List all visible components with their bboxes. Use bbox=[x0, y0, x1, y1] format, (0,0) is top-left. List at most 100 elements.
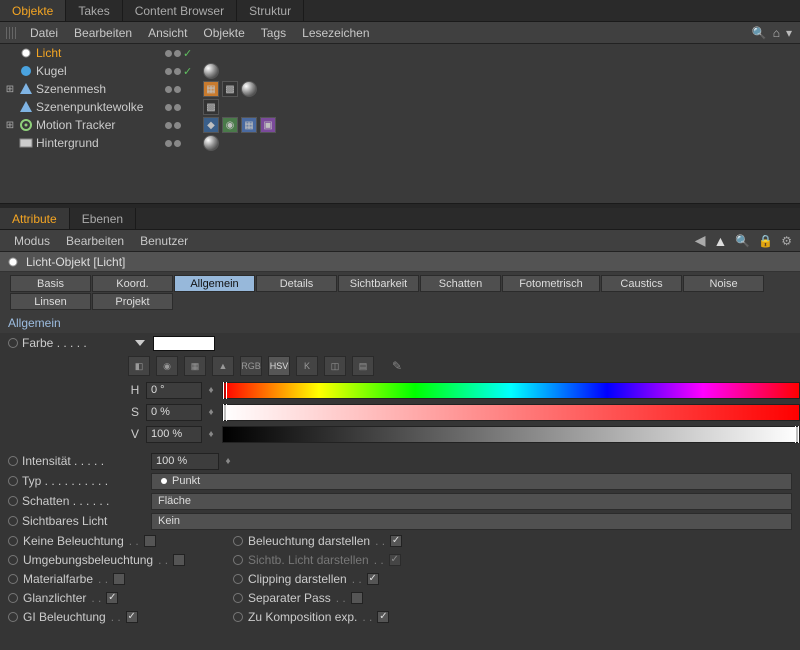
ptab-basis[interactable]: Basis bbox=[10, 275, 91, 292]
spinner-icon[interactable]: ♦ bbox=[206, 407, 216, 418]
search-icon[interactable]: 🔍 bbox=[735, 234, 750, 248]
color-swatches-icon[interactable]: ▤ bbox=[352, 356, 374, 376]
checkbox[interactable]: ✓ bbox=[106, 592, 118, 604]
vis-dot-icon[interactable] bbox=[174, 50, 181, 57]
color-hsv-button[interactable]: HSV bbox=[268, 356, 290, 376]
color-swatch[interactable] bbox=[153, 336, 215, 351]
grip-icon[interactable] bbox=[6, 27, 16, 39]
menu-lesezeichen[interactable]: Lesezeichen bbox=[294, 23, 377, 43]
vis-dot-icon[interactable] bbox=[174, 140, 181, 147]
anim-circle-icon[interactable] bbox=[233, 612, 243, 622]
vis-dot-icon[interactable] bbox=[165, 68, 172, 75]
color-mixer-icon[interactable]: ◫ bbox=[324, 356, 346, 376]
color-wheel-icon[interactable]: ◉ bbox=[156, 356, 178, 376]
tree-item-hintergrund[interactable]: Hintergrund bbox=[36, 136, 99, 150]
color-grid-icon[interactable]: ▦ bbox=[184, 356, 206, 376]
checkbox[interactable]: ✓ bbox=[126, 611, 138, 623]
expander-icon[interactable]: ⊞ bbox=[4, 120, 16, 131]
anim-circle-icon[interactable] bbox=[8, 555, 18, 565]
vis-dot-icon[interactable] bbox=[165, 50, 172, 57]
search-icon[interactable]: 🔍 bbox=[752, 26, 767, 40]
texture-tag-icon[interactable]: ▩ bbox=[203, 99, 219, 115]
phong-tag-icon[interactable] bbox=[241, 81, 257, 97]
slider-sat[interactable] bbox=[222, 404, 800, 421]
menu-bearbeiten[interactable]: Bearbeiten bbox=[58, 231, 132, 251]
slider-val[interactable] bbox=[222, 426, 800, 443]
expander-icon[interactable]: ⊞ bbox=[4, 84, 16, 95]
menu-ansicht[interactable]: Ansicht bbox=[140, 23, 195, 43]
anim-circle-icon[interactable] bbox=[233, 536, 243, 546]
menu-datei[interactable]: Datei bbox=[22, 23, 66, 43]
phong-tag-icon[interactable] bbox=[203, 63, 219, 79]
input-h[interactable]: 0 ° bbox=[146, 382, 202, 399]
color-spectrum-icon[interactable]: ◧ bbox=[128, 356, 150, 376]
menu-objekte[interactable]: Objekte bbox=[195, 23, 252, 43]
vis-dot-icon[interactable] bbox=[165, 122, 172, 129]
vis-dot-icon[interactable] bbox=[165, 104, 172, 111]
ptab-fotometrisch[interactable]: Fotometrisch bbox=[502, 275, 600, 292]
tab-struktur[interactable]: Struktur bbox=[237, 0, 304, 21]
anim-circle-icon[interactable] bbox=[8, 456, 18, 466]
checkbox[interactable] bbox=[113, 573, 125, 585]
vis-dot-icon[interactable] bbox=[165, 86, 172, 93]
ptab-koord[interactable]: Koord. bbox=[92, 275, 173, 292]
ptab-sichtbarkeit[interactable]: Sichtbarkeit bbox=[338, 275, 419, 292]
dropdown-typ[interactable]: Punkt bbox=[151, 473, 792, 490]
compositing-tag-icon[interactable]: ▦ bbox=[203, 81, 219, 97]
tag-icon[interactable]: ▦ bbox=[241, 117, 257, 133]
color-kelvin-button[interactable]: K bbox=[296, 356, 318, 376]
ptab-projekt[interactable]: Projekt bbox=[92, 293, 173, 310]
gear-icon[interactable]: ⚙ bbox=[781, 234, 792, 248]
check-icon[interactable]: ✓ bbox=[183, 65, 192, 78]
anim-circle-icon[interactable] bbox=[8, 536, 18, 546]
anim-circle-icon[interactable] bbox=[233, 555, 243, 565]
tab-takes[interactable]: Takes bbox=[66, 0, 122, 21]
ptab-caustics[interactable]: Caustics bbox=[601, 275, 682, 292]
anim-circle-icon[interactable] bbox=[8, 476, 18, 486]
checkbox[interactable] bbox=[351, 592, 363, 604]
dropdown-schatten[interactable]: Fläche bbox=[151, 493, 792, 510]
tree-item-licht[interactable]: Licht bbox=[36, 46, 61, 60]
object-tree[interactable]: Licht ✓ Kugel ✓ ⊞ Szenenmesh bbox=[0, 44, 800, 204]
ptab-details[interactable]: Details bbox=[256, 275, 337, 292]
input-intensitaet[interactable]: 100 % bbox=[151, 453, 219, 470]
color-rgb-button[interactable]: RGB bbox=[240, 356, 262, 376]
checkbox[interactable]: ✓ bbox=[367, 573, 379, 585]
color-image-icon[interactable]: ▲ bbox=[212, 356, 234, 376]
checkbox[interactable] bbox=[144, 535, 156, 547]
tab-content-browser[interactable]: Content Browser bbox=[123, 0, 237, 21]
ptab-allgemein[interactable]: Allgemein bbox=[174, 275, 255, 292]
phong-tag-icon[interactable] bbox=[203, 135, 219, 151]
vis-dot-icon[interactable] bbox=[174, 104, 181, 111]
anim-circle-icon[interactable] bbox=[8, 338, 18, 348]
vis-dot-icon[interactable] bbox=[174, 86, 181, 93]
nav-up-icon[interactable]: ▲ bbox=[713, 233, 727, 249]
checkbox[interactable] bbox=[173, 554, 185, 566]
ptab-noise[interactable]: Noise bbox=[683, 275, 764, 292]
ptab-linsen[interactable]: Linsen bbox=[10, 293, 91, 310]
menu-benutzer[interactable]: Benutzer bbox=[132, 231, 196, 251]
tab-attribute[interactable]: Attribute bbox=[0, 208, 70, 229]
vis-dot-icon[interactable] bbox=[174, 122, 181, 129]
lock-icon[interactable]: 🔒 bbox=[758, 234, 773, 248]
input-v[interactable]: 100 % bbox=[146, 426, 202, 443]
checkbox[interactable]: ✓ bbox=[377, 611, 389, 623]
home-icon[interactable]: ⌂ bbox=[773, 26, 780, 40]
nav-back-icon[interactable]: ◀ bbox=[695, 232, 706, 249]
anim-circle-icon[interactable] bbox=[8, 496, 18, 506]
anim-circle-icon[interactable] bbox=[8, 516, 18, 526]
menu-bearbeiten[interactable]: Bearbeiten bbox=[66, 23, 140, 43]
ptab-schatten[interactable]: Schatten bbox=[420, 275, 501, 292]
vis-dot-icon[interactable] bbox=[174, 68, 181, 75]
vis-dot-icon[interactable] bbox=[165, 140, 172, 147]
menu-modus[interactable]: Modus bbox=[6, 231, 58, 251]
tab-ebenen[interactable]: Ebenen bbox=[70, 208, 136, 229]
texture-tag-icon[interactable]: ▩ bbox=[222, 81, 238, 97]
chevron-down-icon[interactable]: ▾ bbox=[786, 26, 792, 40]
dropdown-sichtbareslicht[interactable]: Kein bbox=[151, 513, 792, 530]
tag-icon[interactable]: ◆ bbox=[203, 117, 219, 133]
tree-item-punktewolke[interactable]: Szenenpunktewolke bbox=[36, 100, 143, 114]
tree-item-szenenmesh[interactable]: Szenenmesh bbox=[36, 82, 106, 96]
eyedropper-icon[interactable]: ✎ bbox=[388, 357, 406, 375]
anim-circle-icon[interactable] bbox=[233, 574, 243, 584]
